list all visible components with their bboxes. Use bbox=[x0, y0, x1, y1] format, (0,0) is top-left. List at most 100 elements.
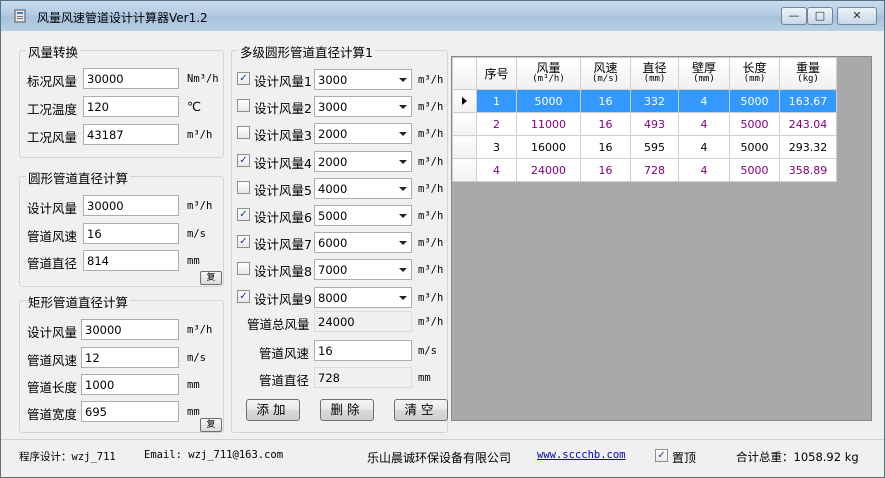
table-cell[interactable]: 5000 bbox=[729, 112, 780, 136]
table-cell[interactable]: 595 bbox=[630, 135, 679, 159]
column-header[interactable]: 重量 (kg) bbox=[779, 57, 837, 90]
round-duct-speed-input[interactable]: 16 bbox=[83, 223, 179, 244]
table-row[interactable]: 1 5000 16 332 4 5000 163.67 bbox=[452, 89, 837, 113]
table-cell[interactable]: 163.67 bbox=[779, 89, 837, 113]
airflow-1-checkbox[interactable]: ✓ bbox=[237, 72, 250, 85]
table-row[interactable]: 2 11000 16 493 4 5000 243.04 bbox=[452, 112, 837, 136]
airflow-8-select[interactable]: 7000 bbox=[314, 259, 412, 280]
pin-label[interactable]: 置顶 bbox=[672, 449, 696, 466]
multi-speed-input[interactable]: 16 bbox=[314, 340, 412, 361]
table-cell[interactable]: 4 bbox=[678, 158, 730, 182]
airflow-4-checkbox[interactable]: ✓ bbox=[237, 154, 250, 167]
column-header[interactable]: 壁厚 (mm) bbox=[678, 57, 730, 90]
airflow-2-checkbox[interactable] bbox=[237, 99, 250, 112]
airflow-3-checkbox[interactable] bbox=[237, 126, 250, 139]
rect-duct-speed-input[interactable]: 12 bbox=[81, 347, 179, 368]
table-cell[interactable]: 5000 bbox=[729, 135, 780, 159]
table-cell[interactable]: 16 bbox=[580, 89, 631, 113]
airflow-6-checkbox[interactable]: ✓ bbox=[237, 208, 250, 221]
airflow-7-label[interactable]: 设计风量7 bbox=[254, 234, 312, 253]
work-airflow-unit: m³/h bbox=[187, 129, 213, 141]
table-cell[interactable]: 5000 bbox=[516, 89, 581, 113]
table-row[interactable]: 4 24000 16 728 4 5000 358.89 bbox=[452, 158, 837, 182]
table-cell[interactable]: 11000 bbox=[516, 112, 581, 136]
airflow-6-label[interactable]: 设计风量6 bbox=[254, 207, 312, 226]
airflow-1-select[interactable]: 3000 bbox=[314, 69, 412, 90]
website-link[interactable]: www.sccchb.com bbox=[537, 449, 626, 461]
work-temp-input[interactable]: 120 bbox=[83, 96, 179, 117]
table-cell[interactable]: 24000 bbox=[516, 158, 581, 182]
round-duct-diameter-input[interactable]: 814 bbox=[83, 250, 179, 271]
close-button[interactable]: ✕ bbox=[837, 7, 877, 25]
column-header[interactable]: 直径 (mm) bbox=[630, 57, 679, 90]
add-button[interactable]: 添加 bbox=[246, 399, 300, 421]
delete-button[interactable]: 删除 bbox=[320, 399, 374, 421]
table-cell[interactable]: 5000 bbox=[729, 158, 780, 182]
airflow-5-checkbox[interactable] bbox=[237, 181, 250, 194]
row-header[interactable] bbox=[452, 89, 477, 113]
airflow-4-select[interactable]: 2000 bbox=[314, 151, 412, 172]
airflow-8-label[interactable]: 设计风量8 bbox=[254, 261, 312, 280]
table-cell[interactable]: 16 bbox=[580, 158, 631, 182]
column-header[interactable]: 风量 (m³/h) bbox=[516, 57, 581, 90]
airflow-2-select[interactable]: 3000 bbox=[314, 96, 412, 117]
table-cell[interactable]: 16 bbox=[580, 135, 631, 159]
airflow-3-select[interactable]: 2000 bbox=[314, 123, 412, 144]
std-airflow-input[interactable]: 30000 bbox=[83, 68, 179, 89]
table-cell[interactable]: 4 bbox=[678, 89, 730, 113]
work-airflow-input[interactable]: 43187 bbox=[83, 124, 179, 145]
table-cell[interactable]: 4 bbox=[476, 158, 517, 182]
rect-duct-speed-unit: m/s bbox=[187, 352, 206, 364]
airflow-9-label[interactable]: 设计风量9 bbox=[254, 289, 312, 308]
rect-design-airflow-input[interactable]: 30000 bbox=[81, 319, 179, 340]
column-header[interactable]: 长度 (mm) bbox=[729, 57, 780, 90]
airflow-3-label[interactable]: 设计风量3 bbox=[254, 125, 312, 144]
round-design-airflow-input[interactable]: 30000 bbox=[83, 195, 179, 216]
column-header[interactable]: 风速 (m/s) bbox=[580, 57, 631, 90]
column-header[interactable]: 序号 bbox=[476, 57, 517, 90]
row-header[interactable] bbox=[452, 135, 477, 159]
table-cell[interactable]: 358.89 bbox=[779, 158, 837, 182]
table-cell[interactable]: 3 bbox=[476, 135, 517, 159]
round-duct-diameter-label: 管道直径 bbox=[27, 256, 78, 271]
airflow-5-select[interactable]: 4000 bbox=[314, 178, 412, 199]
clear-button[interactable]: 清空 bbox=[394, 399, 448, 421]
total-airflow-label: 管道总风量 bbox=[247, 317, 310, 332]
table-cell[interactable]: 293.32 bbox=[779, 135, 837, 159]
row-header[interactable] bbox=[452, 112, 477, 136]
airflow-2-label[interactable]: 设计风量2 bbox=[254, 98, 312, 117]
table-cell[interactable]: 4 bbox=[678, 135, 730, 159]
rect-duct-length-input[interactable]: 1000 bbox=[81, 374, 179, 395]
airflow-4-value: 2000 bbox=[318, 155, 348, 169]
table-cell[interactable]: 16000 bbox=[516, 135, 581, 159]
result-grid[interactable]: 序号 风量 (m³/h) 风速 (m/s) 直径 (mm) 壁厚 (mm) 长度 (mm) 重量 (kg… bbox=[451, 56, 872, 421]
airflow-6-select[interactable]: 5000 bbox=[314, 205, 412, 226]
airflow-9-select[interactable]: 8000 bbox=[314, 287, 412, 308]
table-cell[interactable]: 493 bbox=[630, 112, 679, 136]
rect-duct-width-input[interactable]: 695 bbox=[81, 401, 179, 422]
row-header[interactable] bbox=[452, 158, 477, 182]
table-row[interactable]: 3 16000 16 595 4 5000 293.32 bbox=[452, 135, 837, 159]
table-cell[interactable]: 1 bbox=[476, 89, 517, 113]
table-cell[interactable]: 2 bbox=[476, 112, 517, 136]
airflow-9-checkbox[interactable]: ✓ bbox=[237, 290, 250, 303]
airflow-8-checkbox[interactable] bbox=[237, 262, 250, 275]
airflow-5-label[interactable]: 设计风量5 bbox=[254, 180, 312, 199]
table-cell[interactable]: 728 bbox=[630, 158, 679, 182]
round-duct-title: 圆形管道直径计算 bbox=[26, 168, 131, 187]
table-cell[interactable]: 4 bbox=[678, 112, 730, 136]
table-cell[interactable]: 5000 bbox=[729, 89, 780, 113]
rect-copy-button[interactable]: 复 bbox=[200, 418, 222, 432]
maximize-button[interactable]: □ bbox=[807, 7, 833, 25]
airflow-4-label[interactable]: 设计风量4 bbox=[254, 153, 312, 172]
airflow-7-select[interactable]: 6000 bbox=[314, 232, 412, 253]
airflow-1-label[interactable]: 设计风量1 bbox=[254, 71, 312, 90]
minimize-button[interactable]: — bbox=[781, 7, 807, 25]
title-bar[interactable]: 风量风速管道设计计算器Ver1.2 — □ ✕ bbox=[1, 1, 884, 31]
table-cell[interactable]: 332 bbox=[630, 89, 679, 113]
table-cell[interactable]: 243.04 bbox=[779, 112, 837, 136]
round-copy-button[interactable]: 复 bbox=[200, 271, 222, 285]
pin-checkbox[interactable]: ✓ bbox=[655, 449, 668, 462]
table-cell[interactable]: 16 bbox=[580, 112, 631, 136]
airflow-7-checkbox[interactable]: ✓ bbox=[237, 235, 250, 248]
